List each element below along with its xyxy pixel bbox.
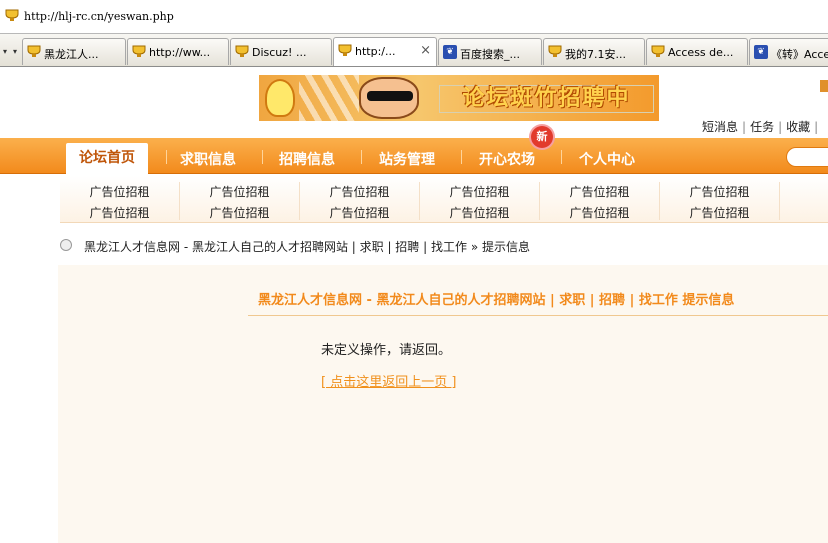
trophy-icon bbox=[235, 45, 249, 57]
ad-column: 广告位招租 广告位招租 bbox=[420, 182, 540, 220]
tab-label: 《转》Acces bbox=[771, 48, 828, 61]
ad-link[interactable]: 广告位招租 bbox=[420, 203, 539, 224]
top-link-favorites[interactable]: 收藏 bbox=[786, 120, 810, 134]
main-nav: 论坛首页 求职信息 招聘信息 站务管理 开心农场 新 个人中心 bbox=[0, 126, 828, 174]
tab-strip: ▾ ▾ 黑龙江人... http://ww... Discuz! ... htt… bbox=[0, 34, 828, 67]
breadcrumb-site-link[interactable]: 黑龙江人才信息网 - 黑龙江人自己的人才招聘网站 | 求职 | 招聘 | 找工作 bbox=[84, 240, 467, 254]
paw-icon: ❦ bbox=[443, 45, 457, 59]
ad-slots: 广告位招租 广告位招租 广告位招租 广告位招租 广告位招租 广告位招租 广告位招… bbox=[60, 176, 828, 223]
ad-link[interactable]: 广告位招租 bbox=[660, 182, 779, 203]
trophy-icon bbox=[548, 45, 562, 57]
divider: | bbox=[814, 120, 819, 134]
ad-column: 广告位招租 广告位招租 bbox=[60, 182, 180, 220]
tab-label: http:/... bbox=[355, 45, 396, 58]
address-bar[interactable]: http://hlj-rc.cn/yeswan.php bbox=[0, 0, 828, 34]
breadcrumb-text: 黑龙江人才信息网 - 黑龙江人自己的人才招聘网站 | 求职 | 招聘 | 找工作… bbox=[84, 238, 530, 255]
tab-label: Discuz! ... bbox=[252, 46, 307, 59]
tab-2[interactable]: http://ww... bbox=[127, 38, 229, 65]
trophy-icon bbox=[132, 45, 146, 57]
tab-4-active[interactable]: http:/... × bbox=[333, 37, 437, 66]
ad-link[interactable]: 广告位招租 bbox=[60, 203, 179, 224]
nav-divider bbox=[461, 150, 462, 164]
search-input[interactable] bbox=[786, 147, 828, 167]
tab-3[interactable]: Discuz! ... bbox=[230, 38, 332, 65]
divider: | bbox=[778, 120, 783, 134]
ad-link[interactable]: 广告位招租 bbox=[180, 203, 299, 224]
top-link-messages[interactable]: 短消息 bbox=[702, 120, 738, 134]
nav-divider bbox=[262, 150, 263, 164]
top-link-tasks[interactable]: 任务 bbox=[750, 120, 774, 134]
tab-list-dropdown[interactable]: ▾ bbox=[8, 38, 22, 65]
nav-divider bbox=[166, 150, 167, 164]
nav-item-farm[interactable]: 开心农场 bbox=[479, 149, 535, 169]
divider bbox=[248, 315, 828, 316]
ad-link[interactable]: 广告位招租 bbox=[540, 203, 659, 224]
nav-item-jobseek[interactable]: 求职信息 bbox=[180, 149, 236, 169]
lightbulb-icon bbox=[265, 79, 295, 117]
paw-icon: ❦ bbox=[754, 45, 768, 59]
tab-1[interactable]: 黑龙江人... bbox=[22, 38, 126, 65]
ad-link[interactable]: 广告位招租 bbox=[660, 203, 779, 224]
top-links: 短消息 | 任务 | 收藏 | bbox=[698, 118, 818, 135]
tab-8[interactable]: ❦ 《转》Acces bbox=[749, 38, 828, 65]
new-badge: 新 bbox=[531, 126, 553, 148]
cropped-header-glyph bbox=[820, 80, 828, 92]
ad-column: 广告位招租 广告位招租 bbox=[300, 182, 420, 220]
tab-label: 百度搜索_... bbox=[460, 48, 520, 61]
breadcrumb-current: 提示信息 bbox=[481, 240, 530, 254]
tab-6[interactable]: 我的7.1安... bbox=[543, 38, 645, 65]
ad-link[interactable]: 广告位招租 bbox=[300, 203, 419, 224]
ad-link[interactable]: 广告位招租 bbox=[180, 182, 299, 203]
tab-5[interactable]: ❦ 百度搜索_... bbox=[438, 38, 542, 65]
tab-label: 黑龙江人... bbox=[44, 48, 99, 61]
trophy-icon bbox=[5, 9, 19, 21]
recruit-banner[interactable]: 论坛斑竹招聘中 bbox=[259, 75, 659, 121]
ad-link[interactable]: 广告位招租 bbox=[60, 182, 179, 203]
banner-text: 论坛斑竹招聘中 bbox=[439, 85, 654, 113]
nav-divider bbox=[361, 150, 362, 164]
ad-column: 广告位招租 广告位招租 bbox=[660, 182, 780, 220]
panel-title: 黑龙江人才信息网 - 黑龙江人自己的人才招聘网站 | 求职 | 招聘 | 找工作… bbox=[258, 293, 735, 308]
tab-label: Access de... bbox=[668, 46, 734, 59]
home-icon[interactable] bbox=[60, 239, 72, 251]
nav-item-recruit[interactable]: 招聘信息 bbox=[279, 149, 335, 169]
message-panel: 黑龙江人才信息网 - 黑龙江人自己的人才招聘网站 | 求职 | 招聘 | 找工作… bbox=[58, 265, 828, 543]
ad-link[interactable]: 广告位招租 bbox=[300, 182, 419, 203]
trophy-icon bbox=[27, 45, 41, 57]
ad-column: 广告位招租 广告位招租 bbox=[180, 182, 300, 220]
ad-column: 广告位招租 广告位招租 bbox=[540, 182, 660, 220]
trophy-icon bbox=[338, 44, 352, 56]
breadcrumb-separator: » bbox=[470, 240, 479, 254]
trophy-icon bbox=[651, 45, 665, 57]
nav-item-admin[interactable]: 站务管理 bbox=[379, 149, 435, 169]
nav-item-profile[interactable]: 个人中心 bbox=[579, 149, 635, 169]
tab-7[interactable]: Access de... bbox=[646, 38, 748, 65]
message-text: 未定义操作，请返回。 bbox=[321, 343, 452, 358]
tab-label: 我的7.1安... bbox=[565, 48, 626, 61]
close-icon[interactable]: × bbox=[420, 43, 431, 58]
banner-rays bbox=[299, 75, 359, 121]
nav-divider bbox=[561, 150, 562, 164]
url-text[interactable]: http://hlj-rc.cn/yeswan.php bbox=[24, 10, 174, 23]
ad-link[interactable]: 广告位招租 bbox=[420, 182, 539, 203]
tab-label: http://ww... bbox=[149, 46, 211, 59]
divider: | bbox=[742, 120, 747, 134]
sunglasses-icon bbox=[367, 91, 413, 101]
nav-item-home[interactable]: 论坛首页 bbox=[66, 143, 148, 174]
back-link[interactable]: [ 点击这里返回上一页 ] bbox=[321, 371, 456, 390]
ad-link[interactable]: 广告位招租 bbox=[540, 182, 659, 203]
